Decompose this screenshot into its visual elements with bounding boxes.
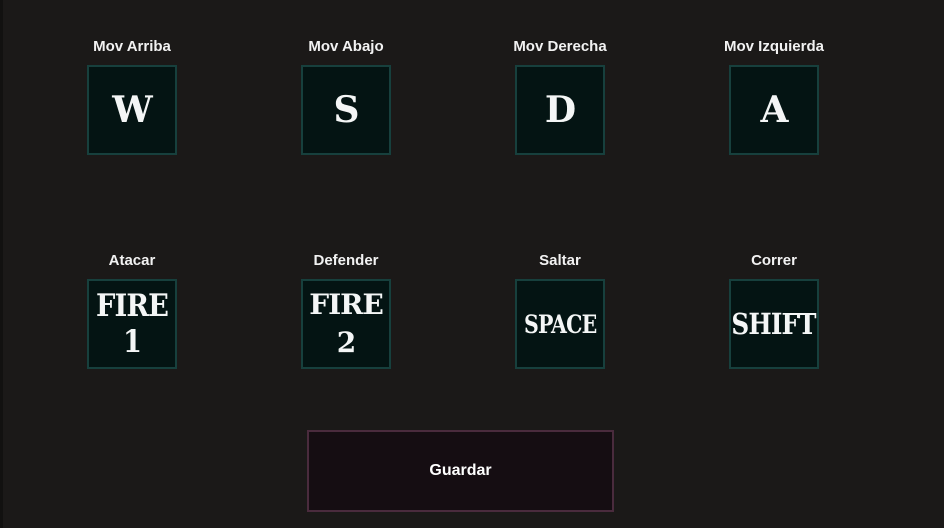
binding-label: Defender	[313, 252, 379, 269]
key-slot-attack[interactable]: FIRE 1	[87, 279, 177, 369]
binding-label: Mov Arriba	[93, 38, 171, 55]
binding-label: Correr	[751, 252, 797, 269]
key-value: FIRE 2	[309, 288, 384, 359]
save-button[interactable]: Guardar	[307, 430, 614, 512]
key-slot-move-right[interactable]: D	[515, 65, 605, 155]
binding-label: Mov Derecha	[513, 38, 607, 55]
key-slot-defend[interactable]: FIRE 2	[301, 279, 391, 369]
key-value: FIRE 1	[95, 288, 169, 360]
binding-label: Atacar	[108, 252, 156, 269]
binding-label: Mov Abajo	[308, 38, 384, 55]
key-slot-move-down[interactable]: S	[301, 65, 391, 155]
key-value: W	[112, 89, 152, 131]
binding-label: Mov Izquierda	[723, 38, 824, 55]
key-value: SHIFT	[731, 307, 817, 341]
binding-label: Saltar	[539, 252, 581, 269]
key-slot-run[interactable]: SHIFT	[729, 279, 819, 369]
key-slot-move-up[interactable]: W	[87, 65, 177, 155]
key-value: S	[333, 89, 360, 131]
key-slot-jump[interactable]: SPACE	[515, 279, 605, 369]
key-value: D	[544, 89, 576, 131]
key-value: A	[760, 89, 789, 131]
key-slot-move-left[interactable]: A	[729, 65, 819, 155]
key-value: SPACE	[523, 309, 597, 339]
left-edge-divider	[0, 0, 3, 528]
